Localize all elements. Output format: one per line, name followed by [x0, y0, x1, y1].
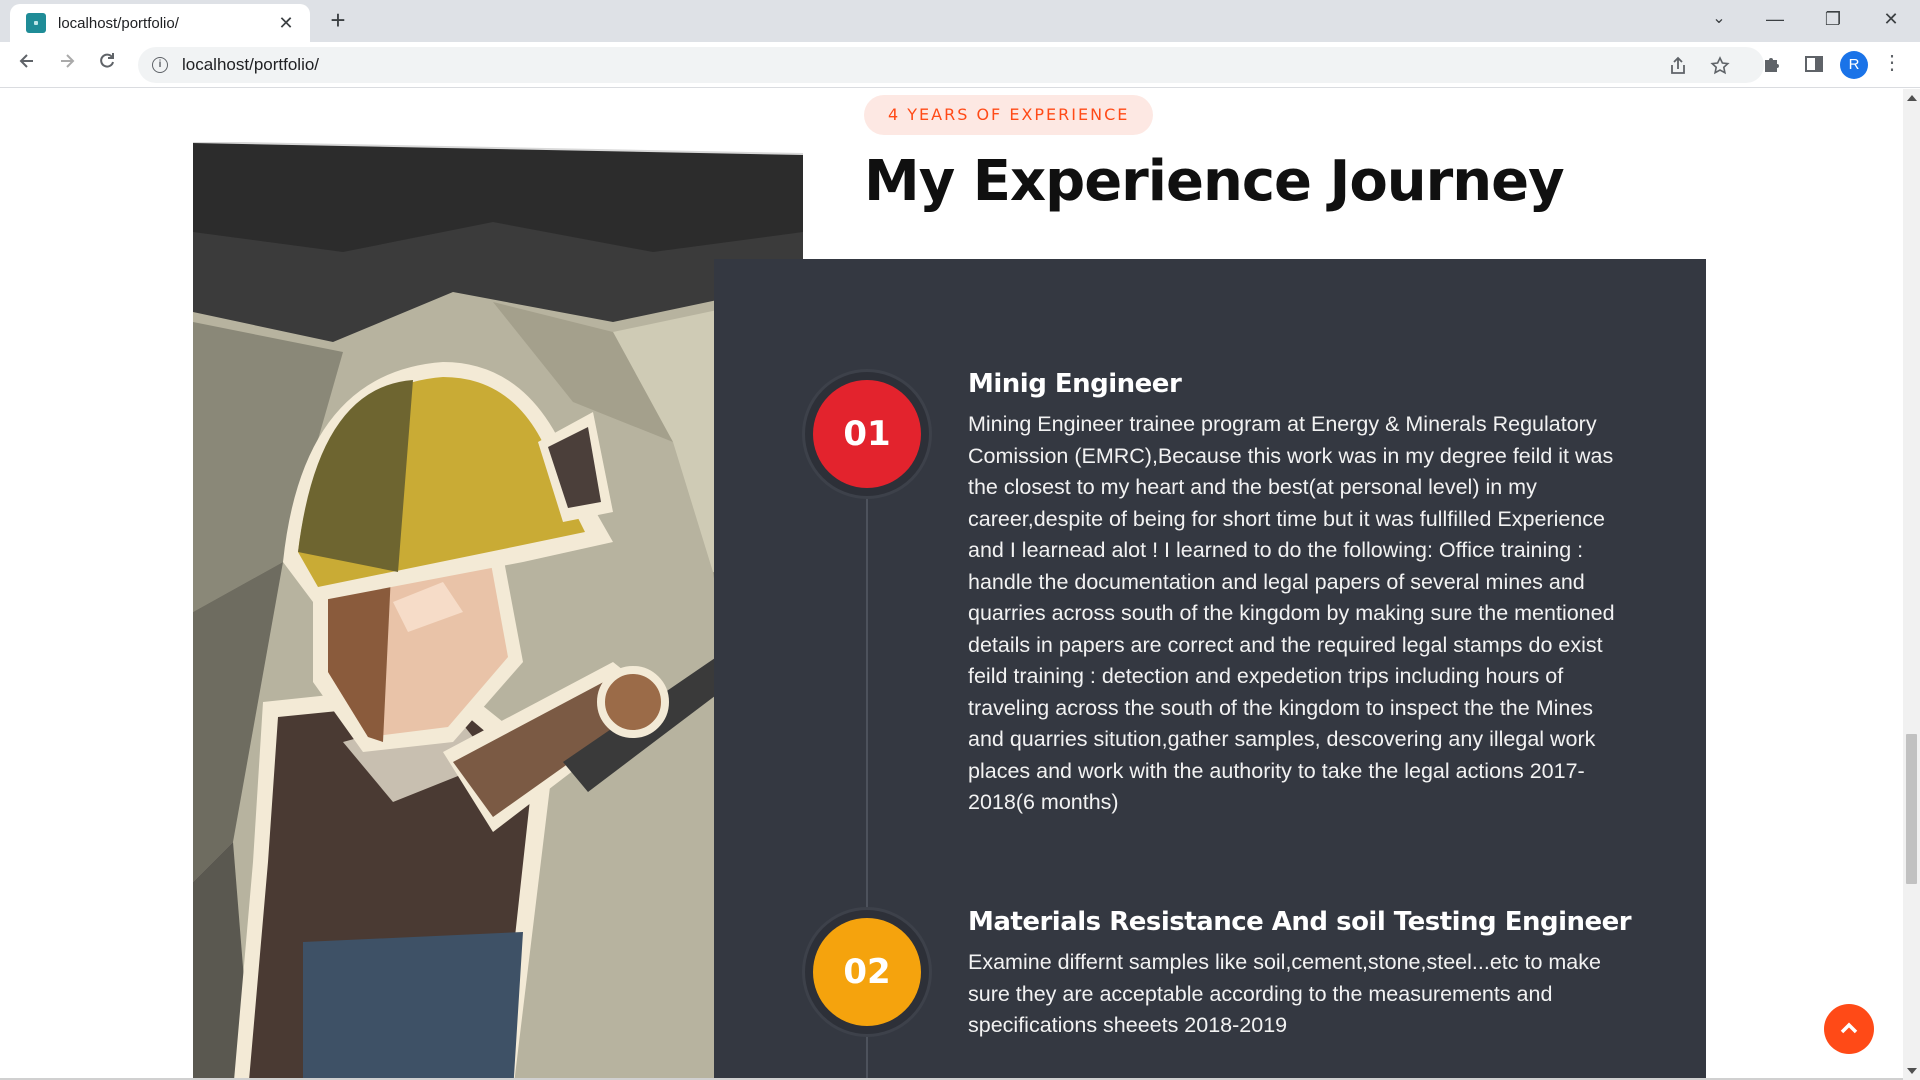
back-arrow-icon[interactable] [12, 50, 42, 80]
scroll-up-arrow-icon[interactable] [1907, 95, 1917, 101]
share-icon[interactable] [1668, 56, 1688, 81]
browser-toolbar: i localhost/portfolio/ R ⋮ [0, 42, 1920, 88]
minimize-button[interactable]: — [1746, 0, 1804, 40]
page-scrollbar[interactable] [1903, 89, 1920, 1080]
timeline-item-title: Materials Resistance And soil Testing En… [968, 907, 1632, 937]
reload-icon[interactable] [92, 50, 122, 80]
scrollbar-thumb[interactable] [1906, 734, 1917, 884]
section-title: My Experience Journey [864, 149, 1565, 214]
tab-title: localhost/portfolio/ [58, 14, 179, 32]
address-bar[interactable]: i localhost/portfolio/ [138, 47, 1764, 83]
browser-tabstrip: localhost/portfolio/ ✕ + ⌄ — ❐ ✕ [0, 0, 1920, 42]
tab-close-icon[interactable]: ✕ [274, 11, 298, 35]
timeline-item-description: Examine differnt samples like soil,cemen… [968, 950, 1601, 1037]
side-panel-icon[interactable] [1805, 56, 1823, 72]
forward-arrow-icon[interactable] [52, 50, 82, 80]
timeline-number-badge: 01 [813, 380, 921, 488]
chevron-up-icon [1840, 1022, 1858, 1034]
tab-search-icon[interactable]: ⌄ [1690, 0, 1748, 40]
restore-button[interactable]: ❐ [1804, 0, 1862, 40]
back-to-top-button[interactable] [1824, 1004, 1874, 1054]
site-info-icon[interactable]: i [152, 57, 168, 73]
profile-avatar[interactable]: R [1840, 51, 1868, 79]
scroll-down-arrow-icon[interactable] [1907, 1068, 1917, 1074]
url-text[interactable]: localhost/portfolio/ [182, 55, 319, 75]
new-tab-button[interactable]: + [324, 6, 352, 34]
window-close-button[interactable]: ✕ [1862, 0, 1920, 40]
timeline-item-title: Minig Engineer [968, 369, 1182, 399]
bookmark-star-icon[interactable] [1710, 56, 1730, 81]
timeline-badge-ring: 01 [802, 369, 932, 499]
experience-years-badge: 4 YEARS OF EXPERIENCE [864, 95, 1154, 135]
miner-illustration [193, 142, 803, 1080]
menu-kebab-icon[interactable]: ⋮ [1880, 50, 1904, 75]
timeline-item-description: Mining Engineer trainee program at Energ… [968, 412, 1615, 814]
timeline-number-badge: 02 [813, 918, 921, 1026]
site-favicon-icon [26, 13, 46, 33]
timeline-badge-ring: 02 [802, 907, 932, 1037]
page-viewport: 4 YEARS OF EXPERIENCE My Experience Jour… [0, 89, 1903, 1080]
browser-tab[interactable]: localhost/portfolio/ ✕ [10, 4, 310, 42]
extensions-puzzle-icon[interactable] [1760, 54, 1784, 79]
experience-timeline-panel: 01 Minig Engineer Mining Engineer traine… [714, 259, 1706, 1080]
